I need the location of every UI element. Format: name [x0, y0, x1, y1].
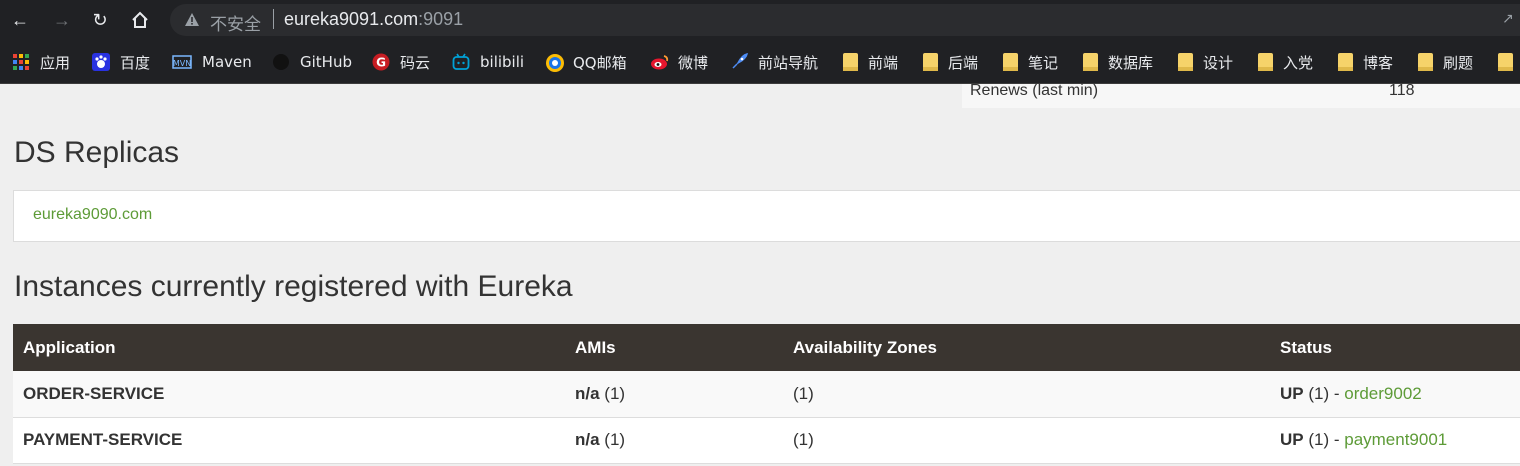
- maven-icon: MVN: [172, 53, 192, 71]
- replica-link[interactable]: eureka9090.com: [33, 206, 152, 224]
- qqmail-icon: [545, 53, 564, 72]
- folder-icon: [843, 53, 858, 71]
- share-icon[interactable]: ↗: [1502, 10, 1520, 28]
- weibo-icon: [650, 53, 669, 71]
- bookmark-label: 前站导航: [758, 53, 819, 72]
- folder-icon: [1498, 53, 1513, 71]
- bookmark-github[interactable]: GitHub: [272, 51, 352, 73]
- url-host: eureka9091.com: [284, 9, 419, 29]
- folder-icon: [1178, 53, 1193, 71]
- replica-list: eureka9090.com: [13, 190, 1520, 242]
- bookmark-gitee[interactable]: G 码云: [372, 51, 430, 73]
- zones-cell: (1): [783, 371, 1270, 418]
- bookmark-folder-backend[interactable]: 后端: [923, 51, 978, 73]
- bookmark-label: Maven: [202, 53, 252, 71]
- column-header: AMIs: [565, 324, 783, 371]
- stats-label: Renews (last min): [970, 82, 1099, 99]
- folder-icon: [1003, 53, 1018, 71]
- zones-cell: (1): [783, 417, 1270, 464]
- ami-cell: n/a (1): [565, 417, 783, 464]
- column-header: Status: [1270, 324, 1520, 371]
- bookmark-baidu[interactable]: 百度: [92, 51, 150, 73]
- apps-grid-icon: [12, 53, 30, 71]
- bookmark-folder-more[interactable]: [1498, 51, 1520, 73]
- bookmark-label: 入党: [1283, 53, 1314, 72]
- folder-icon: [923, 53, 938, 71]
- bookmark-label: 应用: [40, 53, 71, 72]
- bookmark-maven[interactable]: MVN Maven: [172, 51, 252, 73]
- folder-icon: [1338, 53, 1353, 71]
- github-icon: [272, 53, 290, 71]
- bookmark-label: 百度: [120, 53, 151, 72]
- bookmark-folder-practice[interactable]: 刷题: [1418, 51, 1473, 73]
- instance-link[interactable]: order9002: [1344, 384, 1422, 403]
- warning-icon: [185, 13, 199, 26]
- instance-link[interactable]: payment9001: [1344, 430, 1447, 449]
- folder-icon: [1258, 53, 1273, 71]
- bookmark-folder-design[interactable]: 设计: [1178, 51, 1233, 73]
- rocket-icon: [730, 53, 748, 71]
- table-row: ORDER-SERVICE n/a (1) (1) UP (1) - order…: [13, 371, 1520, 418]
- svg-text:MVN: MVN: [173, 59, 191, 68]
- stats-row: Renews (last min) 118: [962, 82, 1520, 108]
- table-header-row: Application AMIs Availability Zones Stat…: [13, 324, 1520, 371]
- bookmark-label: 笔记: [1028, 53, 1059, 72]
- url-text[interactable]: eureka9091.com:9091: [284, 9, 463, 30]
- home-icon[interactable]: [128, 8, 152, 32]
- column-header: Availability Zones: [783, 324, 1270, 371]
- bookmark-folder-notes[interactable]: 笔记: [1003, 51, 1058, 73]
- folder-icon: [1418, 53, 1433, 71]
- ami-cell: n/a (1): [565, 371, 783, 418]
- insecure-label: 不安全: [210, 15, 261, 35]
- bookmark-label: 博客: [1363, 53, 1394, 72]
- instances-table: Application AMIs Availability Zones Stat…: [13, 324, 1520, 464]
- ds-replicas-heading: DS Replicas: [14, 136, 180, 169]
- bookmark-label: 码云: [400, 53, 431, 72]
- address-separator: [273, 9, 274, 29]
- status-cell: UP (1) - order9002: [1270, 371, 1520, 418]
- bookmark-weibo[interactable]: 微博: [650, 51, 708, 73]
- bookmark-folder-party[interactable]: 入党: [1258, 51, 1313, 73]
- bookmark-folder-frontend[interactable]: 前端: [843, 51, 898, 73]
- stats-value: 118: [1389, 82, 1415, 99]
- bookmark-nav[interactable]: 前站导航: [730, 51, 818, 73]
- bookmarks-bar: 应用 百度 MVN Maven GitHub G 码云 bilibili QQ邮箱 …: [0, 40, 1520, 84]
- bookmark-folder-database[interactable]: 数据库: [1083, 51, 1153, 73]
- forward-icon[interactable]: →: [50, 8, 74, 32]
- app-name: PAYMENT-SERVICE: [13, 417, 565, 464]
- instances-heading: Instances currently registered with Eure…: [14, 270, 573, 303]
- bookmark-folder-blog[interactable]: 博客: [1338, 51, 1393, 73]
- bookmark-apps[interactable]: 应用: [12, 51, 70, 73]
- bilibili-icon: [452, 53, 470, 71]
- bookmark-label: 刷题: [1443, 53, 1474, 72]
- bookmark-label: 微博: [678, 53, 709, 72]
- bookmark-label: GitHub: [300, 53, 352, 71]
- column-header: Application: [13, 324, 565, 371]
- bookmark-label: bilibili: [480, 53, 525, 71]
- bookmark-label: 数据库: [1108, 53, 1154, 72]
- bookmark-label: 设计: [1203, 53, 1234, 72]
- bookmark-label: 后端: [948, 53, 979, 72]
- svg-text:G: G: [376, 56, 386, 70]
- bookmark-label: 前端: [868, 53, 899, 72]
- status-cell: UP (1) - payment9001: [1270, 417, 1520, 464]
- bookmark-qqmail[interactable]: QQ邮箱: [545, 51, 627, 73]
- bookmark-label: QQ邮箱: [573, 53, 627, 72]
- back-icon[interactable]: ←: [8, 8, 32, 32]
- browser-toolbar: ← → ↻ 不安全 eureka9091.com:9091 ↗: [0, 0, 1520, 40]
- bookmark-bilibili[interactable]: bilibili: [452, 51, 524, 73]
- app-name: ORDER-SERVICE: [13, 371, 565, 418]
- reload-icon[interactable]: ↻: [88, 8, 112, 32]
- table-row: PAYMENT-SERVICE n/a (1) (1) UP (1) - pay…: [13, 417, 1520, 464]
- url-port: :9091: [418, 9, 464, 29]
- folder-icon: [1083, 53, 1098, 71]
- baidu-icon: [92, 53, 110, 71]
- gitee-icon: G: [372, 53, 390, 71]
- address-bar[interactable]: 不安全 eureka9091.com:9091 ↗: [170, 4, 1520, 36]
